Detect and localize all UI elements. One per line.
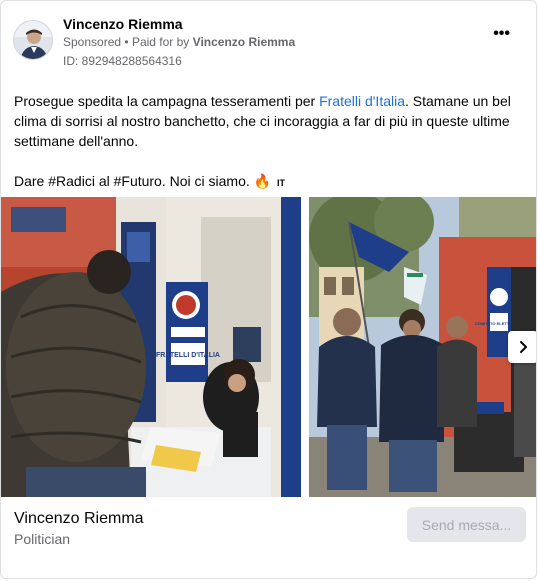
fire-emoji-icon: 🔥 — [253, 173, 272, 189]
avatar[interactable] — [13, 20, 53, 60]
post-paragraph-2: Dare #Radici al #Futuro. Noi ci siamo. 🔥… — [14, 171, 519, 193]
carousel-photo-1[interactable]: FRATELLI D'ITALIA — [1, 197, 301, 497]
author-name[interactable]: Vincenzo Riemma — [63, 16, 183, 32]
booth-banner-text: FRATELLI D'ITALIA — [156, 352, 220, 359]
separator-dot: • — [124, 35, 132, 49]
flag-it-icon: IT — [276, 178, 285, 188]
more-options-icon[interactable]: ••• — [493, 26, 510, 42]
footer-page-name[interactable]: Vincenzo Riemma — [14, 510, 144, 528]
sponsored-line: Sponsored • Paid for by Vincenzo Riemma — [63, 35, 295, 49]
chevron-right-icon[interactable] — [508, 331, 536, 363]
post-text-part: Dare #Radici al #Futuro. Noi ci siamo. — [14, 173, 250, 189]
paid-for-name: Vincenzo Riemma — [192, 35, 296, 49]
post-header: Vincenzo Riemma Sponsored • Paid for by … — [13, 15, 524, 71]
post-text-part: Prosegue spedita la campagna tesserament… — [14, 93, 320, 109]
ad-footer: Vincenzo Riemma Politician Send messa... — [1, 498, 536, 578]
sponsored-label: Sponsored — [63, 35, 122, 49]
footer-category: Politician — [14, 531, 71, 547]
carousel-photo-2[interactable]: COMITATO ELETTORALE — [309, 197, 536, 497]
send-message-button[interactable]: Send messa... — [407, 507, 526, 542]
ad-card: Vincenzo Riemma Sponsored • Paid for by … — [0, 0, 537, 579]
paid-for-label: Paid for by — [131, 35, 190, 49]
ad-id: ID: 892948288564316 — [63, 54, 182, 68]
image-carousel[interactable]: FRATELLI D'ITALIA COMITATO ELETTORALE — [1, 197, 536, 497]
party-link[interactable]: Fratelli d'Italia — [319, 93, 405, 109]
post-text: Prosegue spedita la campagna tesserament… — [14, 91, 519, 213]
post-paragraph-1: Prosegue spedita la campagna tesserament… — [14, 91, 519, 151]
